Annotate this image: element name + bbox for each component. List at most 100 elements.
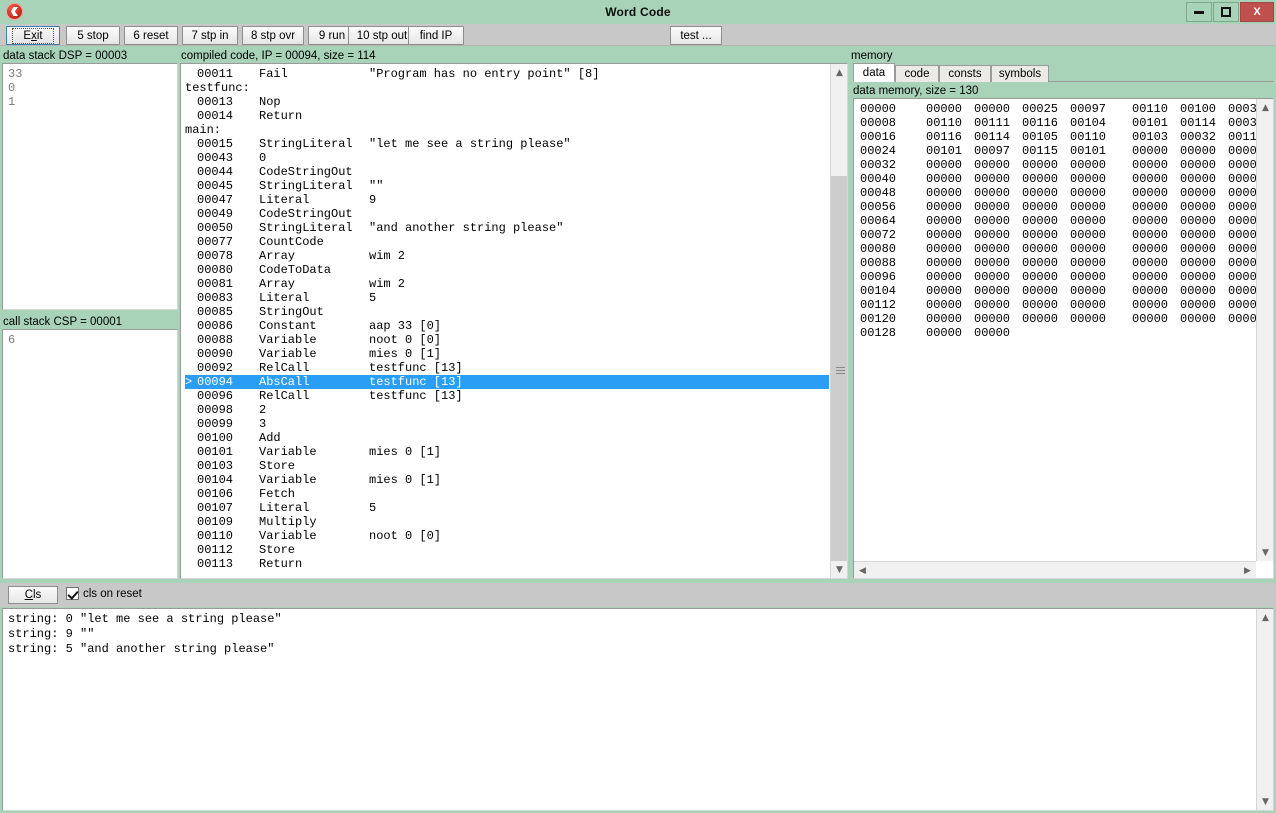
scroll-up-icon[interactable]: ▲	[1257, 609, 1273, 626]
code-line[interactable]: 00088 Variable noot 0 [0]	[185, 333, 829, 347]
code-line[interactable]: 00049 CodeStringOut	[185, 207, 829, 221]
code-line[interactable]: 00015 StringLiteral "let me see a string p…	[185, 137, 829, 151]
code-line[interactable]: 00098 2	[185, 403, 829, 417]
memory-value: 00000	[926, 214, 963, 228]
code-line[interactable]: 00014 Return	[185, 109, 829, 123]
code-vertical-scrollbar[interactable]: ▲ ▼	[830, 64, 847, 578]
code-line[interactable]: 00100 Add	[185, 431, 829, 445]
scroll-up-icon[interactable]: ▲	[831, 64, 847, 81]
code-line[interactable]: 00104 Variable mies 0 [1]	[185, 473, 829, 487]
code-scroll-thumb[interactable]	[831, 176, 847, 566]
exit-button[interactable]: Exit	[6, 26, 60, 45]
memory-horizontal-scrollbar[interactable]: ◀ ▶	[854, 561, 1256, 578]
memory-row[interactable]: 00024 00101 00097 00115 00101 00000 00000 00000…	[860, 144, 1273, 158]
code-line-current[interactable]: >00094 AbsCall testfunc [13]	[185, 375, 829, 389]
reset-button[interactable]: 6 reset	[124, 26, 178, 45]
code-argument: aap 33 [0]	[369, 319, 442, 333]
code-opcode: 3	[259, 417, 267, 431]
code-line[interactable]: 00086 Constant aap 33 [0]	[185, 319, 829, 333]
code-label-line[interactable]: testfunc:	[185, 81, 829, 95]
code-line[interactable]: 00080 CodeToData	[185, 263, 829, 277]
code-line[interactable]: 00081 Array wim 2	[185, 277, 829, 291]
code-line[interactable]: 00112 Store	[185, 543, 829, 557]
scroll-down-icon[interactable]: ▼	[831, 561, 847, 578]
memory-row[interactable]: 00032 00000 00000 00000 00000 00000 00000 00000…	[860, 158, 1273, 172]
code-address: 00104	[197, 473, 234, 487]
call-stack-list[interactable]: 6	[2, 329, 178, 579]
test-button[interactable]: test ...	[670, 26, 722, 45]
memory-row[interactable]: 00128 00000 00000	[860, 326, 1273, 340]
memory-row[interactable]: 00008 00110 00111 00116 00104 00101 00114 00032…	[860, 116, 1273, 130]
code-line[interactable]: 00044 CodeStringOut	[185, 165, 829, 179]
code-line[interactable]: 00110 Variable noot 0 [0]	[185, 529, 829, 543]
code-line[interactable]: 00083 Literal 5	[185, 291, 829, 305]
data-stack-item[interactable]: 0	[8, 81, 173, 95]
cls-on-reset-checkbox[interactable]: cls on reset	[66, 587, 142, 600]
memory-row[interactable]: 00088 00000 00000 00000 00000 00000 00000 00000…	[860, 256, 1273, 270]
code-listing[interactable]: 00011 Fail "Program has no entry point" [8…	[180, 63, 848, 579]
tab-symbols[interactable]: symbols	[991, 65, 1049, 82]
scroll-down-icon[interactable]: ▼	[1257, 544, 1273, 561]
memory-row[interactable]: 00016 00116 00114 00105 00110 00103 00032 00112…	[860, 130, 1273, 144]
maximize-button[interactable]	[1213, 2, 1239, 22]
code-line[interactable]: 00106 Fetch	[185, 487, 829, 501]
memory-row[interactable]: 00104 00000 00000 00000 00000 00000 00000 00000…	[860, 284, 1273, 298]
close-button[interactable]: X	[1240, 2, 1274, 22]
code-line[interactable]: 00099 3	[185, 417, 829, 431]
memory-row[interactable]: 00080 00000 00000 00000 00000 00000 00000 00000…	[860, 242, 1273, 256]
memory-row[interactable]: 00096 00000 00000 00000 00000 00000 00000 00000…	[860, 270, 1273, 284]
scroll-down-icon[interactable]: ▼	[1257, 793, 1273, 810]
tab-code[interactable]: code	[895, 65, 939, 82]
code-line[interactable]: 00092 RelCall testfunc [13]	[185, 361, 829, 375]
code-line[interactable]: 00096 RelCall testfunc [13]	[185, 389, 829, 403]
code-line[interactable]: 00047 Literal 9	[185, 193, 829, 207]
memory-row[interactable]: 00000 00000 00000 00025 00097 00110 00100 00032…	[860, 102, 1273, 116]
step-over-button[interactable]: 8 stp ovr	[242, 26, 304, 45]
memory-row[interactable]: 00064 00000 00000 00000 00000 00000 00000 00000…	[860, 214, 1273, 228]
code-line[interactable]: 00043 0	[185, 151, 829, 165]
code-line[interactable]: 00113 Return	[185, 557, 829, 571]
code-line[interactable]: 00045 StringLiteral ""	[185, 179, 829, 193]
find-ip-button[interactable]: find IP	[408, 26, 464, 45]
code-line[interactable]: 00085 StringOut	[185, 305, 829, 319]
memory-vertical-scrollbar[interactable]: ▲ ▼	[1256, 99, 1273, 561]
code-line[interactable]: 00013 Nop	[185, 95, 829, 109]
memory-row[interactable]: 00056 00000 00000 00000 00000 00000 00000 00000…	[860, 200, 1273, 214]
code-label-line[interactable]: main:	[185, 123, 829, 137]
memory-row[interactable]: 00112 00000 00000 00000 00000 00000 00000 00000…	[860, 298, 1273, 312]
code-line[interactable]: 00050 StringLiteral "and another string pl…	[185, 221, 829, 235]
memory-row[interactable]: 00048 00000 00000 00000 00000 00000 00000 00000…	[860, 186, 1273, 200]
step-in-button[interactable]: 7 stp in	[182, 26, 238, 45]
step-out-button[interactable]: 10 stp out	[348, 26, 416, 45]
code-line[interactable]: 00090 Variable mies 0 [1]	[185, 347, 829, 361]
scroll-left-icon[interactable]: ◀	[854, 562, 871, 578]
memory-value: 00000	[974, 186, 1011, 200]
console-vertical-scrollbar[interactable]: ▲ ▼	[1256, 609, 1273, 810]
data-stack-item[interactable]: 33	[8, 67, 173, 81]
memory-row[interactable]: 00040 00000 00000 00000 00000 00000 00000 00000…	[860, 172, 1273, 186]
code-line[interactable]: 00011 Fail "Program has no entry point" [8…	[185, 67, 829, 81]
console-output[interactable]: string: 0 "let me see a string please" st…	[2, 608, 1274, 811]
call-stack-item[interactable]: 6	[8, 333, 173, 347]
tab-data[interactable]: data	[853, 63, 895, 82]
code-line[interactable]: 00078 Array wim 2	[185, 249, 829, 263]
stop-button[interactable]: 5 stop	[66, 26, 120, 45]
tab-consts[interactable]: consts	[939, 65, 991, 82]
current-ip-marker-icon	[185, 95, 197, 109]
memory-dump[interactable]: 00000 00000 00000 00025 00097 00110 00100 00032…	[853, 98, 1274, 579]
scroll-right-icon[interactable]: ▶	[1239, 562, 1256, 578]
code-line[interactable]: 00077 CountCode	[185, 235, 829, 249]
memory-row[interactable]: 00120 00000 00000 00000 00000 00000 00000 00000…	[860, 312, 1273, 326]
minimize-button[interactable]	[1186, 2, 1212, 22]
code-line[interactable]: 00101 Variable mies 0 [1]	[185, 445, 829, 459]
code-line[interactable]: 00109 Multiply	[185, 515, 829, 529]
memory-row[interactable]: 00072 00000 00000 00000 00000 00000 00000 00000…	[860, 228, 1273, 242]
code-opcode: AbsCall	[259, 375, 310, 389]
data-stack-list[interactable]: 33 0 1	[2, 63, 178, 310]
code-line[interactable]: 00107 Literal 5	[185, 501, 829, 515]
cls-button[interactable]: Cls	[8, 586, 58, 604]
data-stack-item[interactable]: 1	[8, 95, 173, 109]
code-opcode: Fail	[259, 67, 288, 81]
code-line[interactable]: 00103 Store	[185, 459, 829, 473]
scroll-up-icon[interactable]: ▲	[1257, 99, 1273, 116]
